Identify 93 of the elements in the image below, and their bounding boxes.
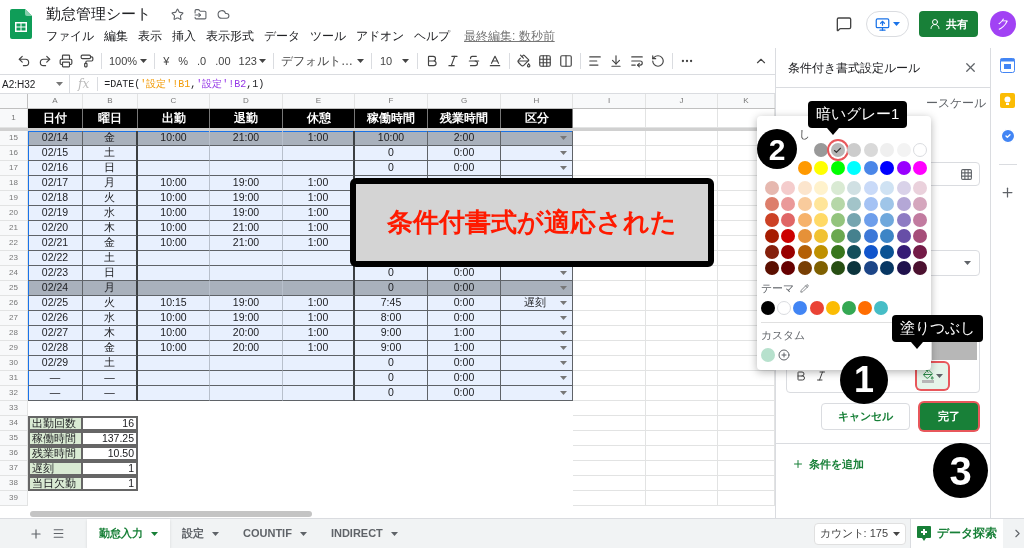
callout-tooltip: 条件付書式が適応された xyxy=(350,178,714,267)
share-button[interactable]: 共有 xyxy=(919,11,978,37)
column-header[interactable]: B xyxy=(83,94,138,108)
row-number[interactable]: 21 xyxy=(0,221,28,236)
panel-title: 条件付き書式設定ルール xyxy=(788,59,920,77)
decrease-decimal-button[interactable]: .0 xyxy=(193,52,211,70)
summary-value: 137.25 xyxy=(83,431,138,446)
row-number[interactable]: 27 xyxy=(0,311,28,326)
table-cell[interactable]: — xyxy=(83,386,138,401)
row-number[interactable]: 38 xyxy=(0,476,28,491)
summary-label: 出勤回数 xyxy=(28,416,83,431)
add-condition-button[interactable]: 条件を追加 xyxy=(792,456,864,473)
summary-value: 10.50 xyxy=(83,446,138,461)
row-number[interactable]: 18 xyxy=(0,176,28,191)
zoom-select[interactable]: 100% xyxy=(106,52,151,70)
table-cell[interactable]: 0 xyxy=(355,386,428,401)
custom-label: カスタム xyxy=(761,327,805,343)
summary-label: 稼働時間 xyxy=(28,431,83,446)
summary-value: 1 xyxy=(83,476,138,491)
row-number[interactable]: 32 xyxy=(0,386,28,401)
row-number[interactable]: 1 xyxy=(0,109,28,128)
menu-item[interactable]: ツール xyxy=(310,27,346,46)
step-number-badge: 1 xyxy=(840,356,888,404)
row-number[interactable]: 20 xyxy=(0,206,28,221)
sheet-tab[interactable]: COUNTIF xyxy=(231,519,319,548)
menu-item[interactable]: 表示 xyxy=(138,27,162,46)
count-select[interactable]: カウント: 175 xyxy=(813,522,906,545)
column-header[interactable]: K xyxy=(718,94,775,108)
row-number[interactable]: 34 xyxy=(0,416,28,431)
summary-label: 当日欠勤 xyxy=(28,476,83,491)
percent-button[interactable]: % xyxy=(174,52,193,70)
fill-tooltip: 塗りつぶし xyxy=(892,315,983,342)
menu-item[interactable]: データ xyxy=(264,27,300,46)
row-number[interactable]: 36 xyxy=(0,446,28,461)
row-number[interactable]: 28 xyxy=(0,326,28,341)
menu-item[interactable]: 編集 xyxy=(104,27,128,46)
column-header[interactable]: J xyxy=(646,94,718,108)
summary-label: 遅刻 xyxy=(28,461,83,476)
formula-text[interactable]: =DATE('設定'!B1,'設定'!B2,1) xyxy=(104,76,265,92)
done-button[interactable]: 完了 xyxy=(920,403,978,430)
step-number-badge: 3 xyxy=(933,443,988,498)
row-number[interactable]: 29 xyxy=(0,341,28,356)
menu-item[interactable]: ファイル xyxy=(46,27,94,46)
tab[interactable]: ースケール xyxy=(926,94,986,112)
column-header[interactable]: E xyxy=(283,94,355,108)
row-number[interactable]: 35 xyxy=(0,431,28,446)
sheet-tab[interactable]: INDIRECT xyxy=(318,519,410,548)
currency-button[interactable]: ¥ xyxy=(159,52,174,70)
increase-decimal-button[interactable]: .00 xyxy=(211,52,235,70)
row-number[interactable]: 17 xyxy=(0,161,28,176)
summary-value: 1 xyxy=(83,461,138,476)
column-header[interactable]: G xyxy=(428,94,501,108)
summary-label: 残業時間 xyxy=(28,446,83,461)
name-box[interactable]: A2:H32 xyxy=(0,75,70,93)
menu-item[interactable]: 挿入 xyxy=(172,27,196,46)
row-number[interactable]: 15 xyxy=(0,131,28,146)
font-size-select[interactable]: 10 xyxy=(375,52,414,70)
sheet-tab[interactable]: 設定 xyxy=(170,519,231,548)
number-format-select[interactable]: 123 xyxy=(235,52,269,70)
explore-button[interactable]: データ探索 xyxy=(911,519,1003,548)
function-icon: fx xyxy=(70,75,98,93)
row-number[interactable]: 25 xyxy=(0,281,28,296)
row-number[interactable]: 33 xyxy=(0,401,28,416)
menu-item[interactable]: ヘルプ xyxy=(414,27,450,46)
table-cell[interactable]: 0:00 xyxy=(428,386,501,401)
color-tooltip: 暗いグレー1 xyxy=(808,101,908,128)
column-header[interactable]: I xyxy=(573,94,646,108)
row-number[interactable]: 39 xyxy=(0,491,28,506)
column-header[interactable]: F xyxy=(355,94,428,108)
row-number[interactable]: 30 xyxy=(0,356,28,371)
column-header[interactable]: D xyxy=(210,94,283,108)
row-number[interactable]: 22 xyxy=(0,236,28,251)
row-number[interactable]: 26 xyxy=(0,296,28,311)
row-number[interactable]: 16 xyxy=(0,146,28,161)
theme-label: テーマ xyxy=(761,281,794,296)
row-number[interactable]: 23 xyxy=(0,251,28,266)
menu-item[interactable]: 表示形式 xyxy=(206,27,254,46)
row-number[interactable]: 31 xyxy=(0,371,28,386)
table-cell[interactable]: — xyxy=(28,386,83,401)
cancel-button[interactable]: キャンセル xyxy=(821,403,910,430)
avatar[interactable]: ク xyxy=(990,11,1016,37)
row-number[interactable]: 19 xyxy=(0,191,28,206)
row-number[interactable]: 24 xyxy=(0,266,28,281)
column-header[interactable]: C xyxy=(138,94,210,108)
last-edit-link[interactable]: 最終編集: 数秒前 xyxy=(464,27,555,46)
column-header[interactable]: A xyxy=(28,94,83,108)
document-title[interactable]: 勤怠管理シート xyxy=(46,2,151,26)
column-header[interactable]: H xyxy=(501,94,573,108)
summary-value: 16 xyxy=(83,416,138,431)
row-number[interactable]: 37 xyxy=(0,461,28,476)
menu-item[interactable]: アドオン xyxy=(356,27,404,46)
font-select[interactable]: デフォルト… xyxy=(277,52,367,70)
sheet-tab[interactable]: 勤怠入力 xyxy=(87,519,170,548)
